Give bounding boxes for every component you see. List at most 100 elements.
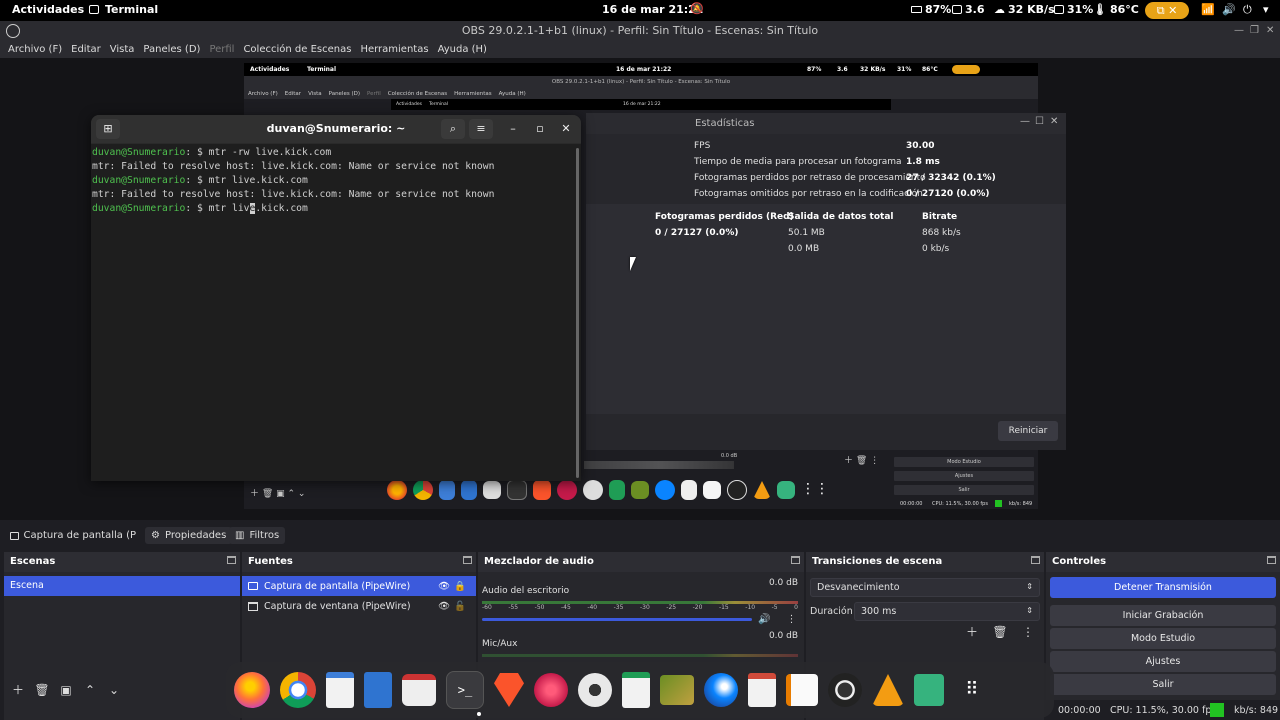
maximize-icon[interactable]: ▫	[528, 119, 552, 139]
software-icon[interactable]	[402, 674, 436, 706]
visibility-eye-icon[interactable]: 👁	[438, 601, 450, 612]
hamburger-menu-icon[interactable]: ≡	[469, 119, 493, 139]
calc-icon[interactable]	[622, 672, 650, 708]
terminal-icon[interactable]: >_	[446, 671, 484, 709]
move-down-icon[interactable]: ⌄	[106, 682, 122, 698]
presentation-icon[interactable]	[748, 673, 776, 707]
volume-slider[interactable]	[482, 618, 752, 621]
stats-close-icon[interactable]: ✕	[1050, 116, 1058, 127]
load-value: 3.6	[965, 3, 985, 16]
firefox-icon[interactable]	[234, 672, 270, 708]
terminal-scrollbar[interactable]	[575, 144, 581, 481]
clock[interactable]: 16 de mar 21:22	[602, 3, 703, 16]
cpu-icon	[1054, 5, 1064, 14]
speaker-icon[interactable]: 🔊	[758, 614, 770, 625]
nested-share-indicator	[952, 65, 980, 74]
minimize-icon[interactable]: —	[1234, 21, 1244, 41]
screen-share-indicator[interactable]: ⧉ ✕	[1145, 2, 1189, 19]
menu-tools[interactable]: Herramientas	[360, 44, 428, 55]
settings-icon[interactable]	[578, 673, 612, 707]
terminal-line: duvan@Snumerario: $ mtr -rw live.kick.co…	[92, 146, 575, 160]
visibility-eye-icon[interactable]: 👁	[438, 581, 450, 592]
obs-window-title: OBS 29.0.2.1-1+b1 (linux) - Perfil: Sin …	[461, 24, 819, 37]
stats-minimize-icon[interactable]: —	[1020, 116, 1030, 127]
source-item[interactable]: Captura de pantalla (PipeWire) 👁 🔒	[242, 576, 476, 596]
lock-icon[interactable]: 🔒	[454, 581, 466, 592]
add-icon[interactable]: ＋	[964, 624, 980, 640]
text-editor-icon[interactable]	[786, 674, 818, 706]
menu-view[interactable]: Vista	[110, 44, 135, 55]
start-recording-button[interactable]: Iniciar Grabación	[1050, 605, 1276, 626]
properties-button[interactable]: ⚙ Propiedades	[145, 527, 233, 544]
trash-icon[interactable]: 🗑	[992, 624, 1008, 640]
scenes-dock: Escenas Escena ＋ 🗑 ▣ ⌃ ⌄	[4, 552, 240, 720]
terminal-line: duvan@Snumerario: $ mtr live.kick.com	[92, 174, 575, 188]
menu-docks[interactable]: Paneles (D)	[143, 44, 200, 55]
kleopatra-icon[interactable]	[660, 675, 694, 705]
undock-icon[interactable]	[227, 556, 236, 564]
cpu-indicator[interactable]: 31%	[1054, 3, 1093, 16]
source-item[interactable]: Captura de ventana (PipeWire) 👁 🔓	[242, 596, 476, 616]
trash-icon[interactable]: 🗑	[34, 682, 50, 698]
minimize-icon[interactable]: –	[501, 119, 525, 139]
temperature-indicator[interactable]: 🌡 86°C	[1093, 3, 1139, 16]
volume-meter	[482, 601, 798, 604]
filter-icon[interactable]: ▣	[58, 682, 74, 698]
menu-edit[interactable]: Editar	[71, 44, 101, 55]
terminal-output[interactable]: duvan@Snumerario: $ mtr -rw live.kick.co…	[91, 144, 575, 481]
undock-icon[interactable]	[791, 556, 800, 564]
files-icon[interactable]	[364, 672, 392, 708]
unlock-icon[interactable]: 🔓	[454, 601, 466, 612]
brave-icon[interactable]	[494, 673, 524, 707]
move-up-icon[interactable]: ⌃	[82, 682, 98, 698]
wifi-icon[interactable]: 📶	[1201, 3, 1215, 16]
menu-profile[interactable]: Perfil	[209, 44, 234, 55]
transition-select[interactable]: Desvanecimiento ⇕	[810, 578, 1040, 597]
nested-top-bar: Actividades Terminal 16 de mar 21:22 87%…	[244, 63, 1038, 76]
stats-maximize-icon[interactable]: ☐	[1035, 116, 1044, 127]
close-icon[interactable]: ✕	[554, 119, 578, 139]
undock-icon[interactable]	[1031, 556, 1040, 564]
maximize-icon[interactable]: ❐	[1250, 21, 1259, 41]
close-icon[interactable]: ✕	[1266, 21, 1274, 41]
spin-arrows-icon[interactable]: ⇕	[1026, 606, 1033, 615]
settings-button[interactable]: Ajustes	[1050, 651, 1276, 672]
network-indicator[interactable]: ☁ 32 KB/s	[994, 3, 1055, 16]
terminal-window[interactable]: ⊞ duvan@Snumerario: ~ ⌕ ≡ – ▫ ✕ duvan@Sn…	[91, 115, 581, 481]
exit-button[interactable]: Salir	[1050, 674, 1276, 695]
stop-streaming-button[interactable]: Detener Transmisión	[1050, 577, 1276, 598]
volume-icon[interactable]: 🔊	[1222, 3, 1236, 16]
vlc-icon[interactable]	[872, 674, 904, 706]
reset-button[interactable]: Reiniciar	[998, 421, 1058, 441]
battery-indicator[interactable]: 87%	[911, 3, 951, 16]
system-menu-chevron-icon[interactable]: ▾	[1263, 3, 1269, 16]
studio-mode-button[interactable]: Modo Estudio	[1050, 628, 1276, 649]
nested-clock: 16 de mar 21:22	[616, 66, 672, 73]
menu-scene-collection[interactable]: Colección de Escenas	[243, 44, 351, 55]
duration-spinbox[interactable]: 300 ms ⇕	[854, 602, 1040, 621]
app-menu[interactable]: Terminal	[89, 3, 158, 16]
menu-help[interactable]: Ayuda (H)	[438, 44, 487, 55]
raspberry-icon[interactable]	[534, 673, 568, 707]
app-grid-icon[interactable]: ⠿	[954, 673, 988, 707]
add-icon[interactable]: ＋	[10, 682, 26, 698]
recycle-icon[interactable]	[914, 674, 944, 706]
nested-vlc-icon	[753, 481, 771, 499]
chrome-icon[interactable]	[280, 672, 316, 708]
kebab-menu-icon[interactable]: ⋮	[1020, 624, 1036, 640]
search-icon[interactable]: ⌕	[441, 119, 465, 139]
load-indicator[interactable]: 3.6	[952, 3, 985, 16]
undock-icon[interactable]	[463, 556, 472, 564]
activities-button[interactable]: Actividades	[12, 3, 84, 16]
menu-file[interactable]: Archivo (F)	[8, 44, 62, 55]
power-icon[interactable]: ⏻	[1243, 3, 1252, 17]
kebab-menu-icon[interactable]: ⋮	[786, 614, 796, 625]
nested-menu-docks: Paneles (D)	[328, 90, 360, 97]
scene-item[interactable]: Escena	[4, 576, 240, 596]
undock-icon[interactable]	[1267, 556, 1276, 564]
thunderbird-icon[interactable]	[704, 673, 738, 707]
writer-icon[interactable]	[326, 672, 354, 708]
filters-button[interactable]: ▥ Filtros	[229, 527, 286, 544]
obs-icon[interactable]	[828, 673, 862, 707]
source-toolbar: Captura de pantalla (PipeW ⚙ Propiedades…	[0, 524, 1280, 546]
